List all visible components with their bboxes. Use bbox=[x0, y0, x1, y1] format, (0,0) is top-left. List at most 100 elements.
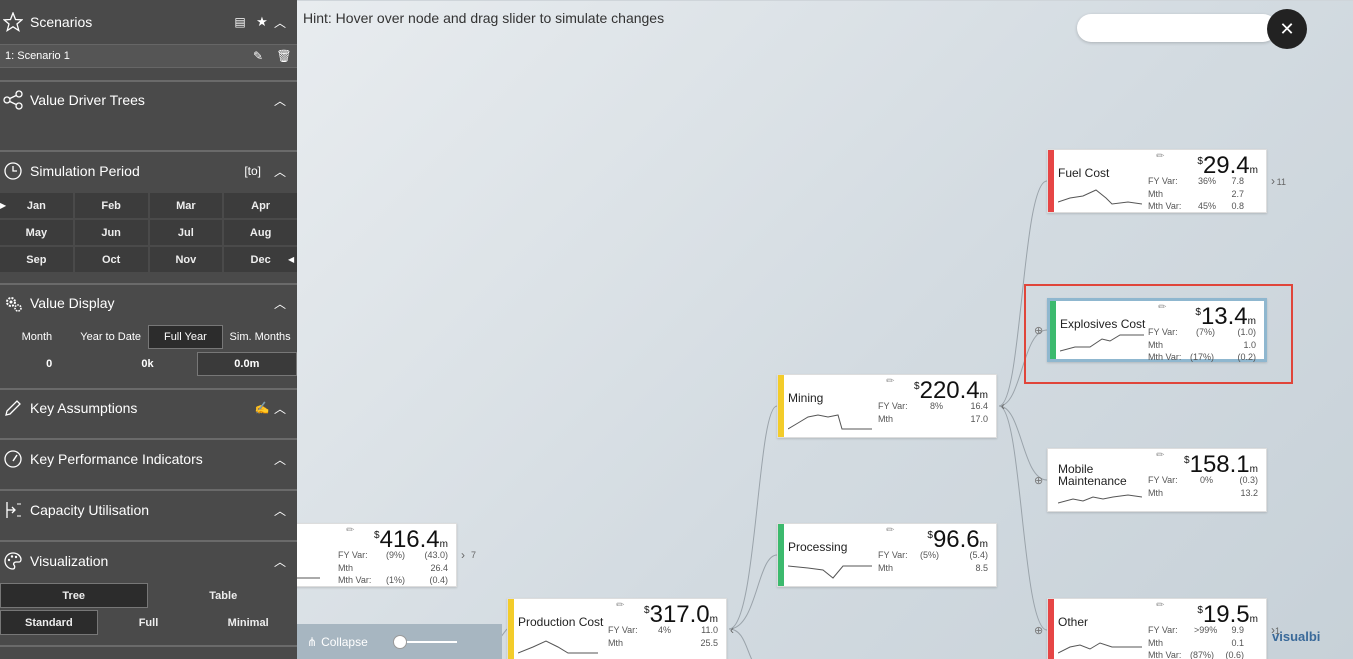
value-driver-trees-title: Value Driver Trees bbox=[30, 92, 145, 108]
month-jun[interactable]: Jun bbox=[74, 220, 148, 245]
chevron-up-icon[interactable]: ︿ bbox=[273, 451, 287, 468]
scenario-item[interactable]: 1: Scenario 1 ✎ 🗑 bbox=[0, 44, 297, 68]
fy-var-pct: 8% bbox=[930, 401, 944, 411]
fy-var-label: FY Var: bbox=[608, 625, 638, 635]
mth-var-value: (0.4) bbox=[429, 575, 448, 585]
chevron-up-icon[interactable]: ︿ bbox=[273, 14, 287, 31]
tree-node-mining[interactable]: Mining ✏ $220.4m FY Var: 8% 16.4 Mth 17.… bbox=[777, 374, 1005, 438]
month-apr[interactable]: Apr bbox=[224, 193, 297, 218]
mth-value: 26.4 bbox=[430, 563, 448, 573]
month-may[interactable]: May bbox=[0, 220, 73, 245]
clock-icon bbox=[2, 160, 24, 182]
density-options: Standard Full Minimal bbox=[0, 610, 297, 635]
trash-icon[interactable]: 🗑 bbox=[271, 49, 297, 63]
scenarios-header[interactable]: Scenarios ▤ ★ ︿ bbox=[0, 4, 297, 40]
expand-plus-icon[interactable]: ⊕ bbox=[1034, 324, 1043, 337]
tree-node-production-cost[interactable]: Production Cost ✏ $317.0m FY Var: 4% 11.… bbox=[507, 598, 734, 659]
pencil-icon[interactable]: ✏ bbox=[1156, 450, 1164, 461]
range-end-handle-icon[interactable]: ◀ bbox=[288, 255, 294, 264]
expand-arrow-icon[interactable]: › bbox=[461, 548, 465, 562]
gears-icon bbox=[2, 292, 24, 314]
selection-highlight bbox=[1024, 284, 1293, 384]
divider bbox=[0, 438, 297, 440]
period-mode-toggle[interactable]: [to] bbox=[244, 164, 261, 178]
month-feb[interactable]: Feb bbox=[74, 193, 148, 218]
collapse-arrow-icon[interactable]: ‹ bbox=[1001, 399, 1005, 413]
collapse-arrow-icon[interactable]: ‹ bbox=[730, 623, 734, 637]
chevron-up-icon[interactable]: ︿ bbox=[273, 92, 287, 109]
chevron-up-icon[interactable]: ︿ bbox=[273, 502, 287, 519]
month-dec[interactable]: Dec bbox=[224, 247, 297, 272]
pencil-icon[interactable]: ✏ bbox=[616, 600, 624, 611]
add-favorite-icon[interactable]: ★ bbox=[251, 14, 273, 30]
tree-canvas[interactable]: Hint: Hover over node and drag slider to… bbox=[297, 0, 1353, 659]
month-oct[interactable]: Oct bbox=[74, 247, 148, 272]
node-name: Mining bbox=[788, 391, 824, 405]
edit-assumptions-icon[interactable]: ✍ bbox=[251, 401, 273, 415]
scale-thousands[interactable]: 0k bbox=[98, 352, 196, 376]
tree-node-mobile-maintenance[interactable]: Mobile Maintenance ✏ $158.1m FY Var: 0% (… bbox=[1047, 448, 1267, 512]
option-year-to-date[interactable]: Year to Date bbox=[74, 325, 148, 349]
divider bbox=[0, 489, 297, 491]
pencil-icon[interactable]: ✏ bbox=[346, 525, 354, 536]
chevron-up-icon[interactable]: ︿ bbox=[273, 163, 287, 180]
tree-node-root[interactable]: ✏ $416.4m FY Var: (9%) (43.0) Mth 26.4 M… bbox=[297, 523, 476, 587]
month-nov[interactable]: Nov bbox=[149, 247, 223, 272]
month-sep[interactable]: Sep bbox=[0, 247, 73, 272]
copy-scenario-icon[interactable]: ▤ bbox=[229, 15, 251, 29]
pencil-icon[interactable]: ✏ bbox=[1156, 600, 1164, 611]
density-standard-button[interactable]: Standard bbox=[0, 610, 98, 635]
mth-var-pct: (1%) bbox=[386, 575, 406, 585]
value-display-header[interactable]: Value Display ︿ bbox=[0, 285, 297, 321]
child-count: 11 bbox=[1276, 177, 1286, 187]
tree-node-fuel-cost[interactable]: Fuel Cost ✏ $29.4m FY Var: 36% 7.8 Mth 2… bbox=[1047, 149, 1286, 213]
mth-var-value: 0.8 bbox=[1231, 201, 1244, 211]
chevron-up-icon[interactable]: ︿ bbox=[273, 295, 287, 312]
pencil-icon[interactable]: ✏ bbox=[886, 525, 894, 536]
fy-var-value: (0.3) bbox=[1239, 475, 1258, 485]
mth-label: Mth bbox=[1148, 189, 1164, 199]
pencil-icon[interactable]: ✏ bbox=[886, 376, 894, 387]
range-start-handle-icon[interactable]: ▶ bbox=[0, 201, 6, 210]
collapse-button[interactable]: ⋔ Collapse bbox=[307, 635, 368, 649]
zoom-slider-handle[interactable] bbox=[393, 635, 407, 649]
mth-var-pct: 45% bbox=[1198, 201, 1217, 211]
month-jul[interactable]: Jul bbox=[149, 220, 223, 245]
chevron-up-icon[interactable]: ︿ bbox=[273, 553, 287, 570]
tree-node-processing[interactable]: Processing ✏ $96.6m FY Var: (5%) (5.4) M… bbox=[777, 523, 997, 587]
scale-units[interactable]: 0 bbox=[0, 352, 98, 376]
expand-plus-icon[interactable]: ⊕ bbox=[1034, 624, 1043, 637]
simulation-period-header[interactable]: Simulation Period [to] ︿ bbox=[0, 153, 297, 189]
capacity-title: Capacity Utilisation bbox=[30, 502, 150, 518]
value-driver-trees-header[interactable]: Value Driver Trees ︿ bbox=[0, 82, 297, 118]
density-minimal-button[interactable]: Minimal bbox=[199, 610, 297, 635]
scenario-label: 1: Scenario 1 bbox=[5, 50, 70, 62]
month-jan[interactable]: Jan bbox=[0, 193, 73, 218]
visualization-header[interactable]: Visualization ︿ bbox=[0, 543, 297, 579]
mth-var-pct: (87%) bbox=[1190, 650, 1215, 659]
view-tree-button[interactable]: Tree bbox=[0, 583, 148, 608]
status-bar bbox=[778, 375, 784, 437]
chevron-up-icon[interactable]: ︿ bbox=[273, 400, 287, 417]
fy-var-pct: (9%) bbox=[386, 550, 406, 560]
edit-icon[interactable]: ✎ bbox=[245, 49, 271, 63]
density-full-button[interactable]: Full bbox=[100, 610, 198, 635]
month-mar[interactable]: Mar bbox=[149, 193, 223, 218]
view-table-button[interactable]: Table bbox=[150, 583, 298, 608]
pencil-icon[interactable]: ✏ bbox=[1156, 151, 1164, 162]
node-name: Fuel Cost bbox=[1058, 166, 1110, 180]
expand-plus-icon[interactable]: ⊕ bbox=[1034, 474, 1043, 487]
option-month[interactable]: Month bbox=[0, 325, 74, 349]
expand-arrow-icon[interactable]: › bbox=[1271, 174, 1275, 188]
month-aug[interactable]: Aug bbox=[224, 220, 297, 245]
sparkline bbox=[518, 640, 598, 654]
scale-millions[interactable]: 0.0m bbox=[196, 352, 297, 376]
tree-node-other[interactable]: Other ✏ $19.5m FY Var: >99% 9.9 Mth 0.1 … bbox=[1047, 598, 1280, 659]
value-display-options: Month Year to Date Full Year Sim. Months bbox=[0, 325, 297, 349]
option-full-year[interactable]: Full Year bbox=[147, 325, 224, 349]
option-sim-months[interactable]: Sim. Months bbox=[223, 325, 297, 349]
collapse-label: Collapse bbox=[321, 635, 368, 649]
key-assumptions-header[interactable]: Key Assumptions ✍ ︿ bbox=[0, 390, 297, 426]
kpi-header[interactable]: Key Performance Indicators ︿ bbox=[0, 441, 297, 477]
capacity-header[interactable]: Capacity Utilisation ︿ bbox=[0, 492, 297, 528]
